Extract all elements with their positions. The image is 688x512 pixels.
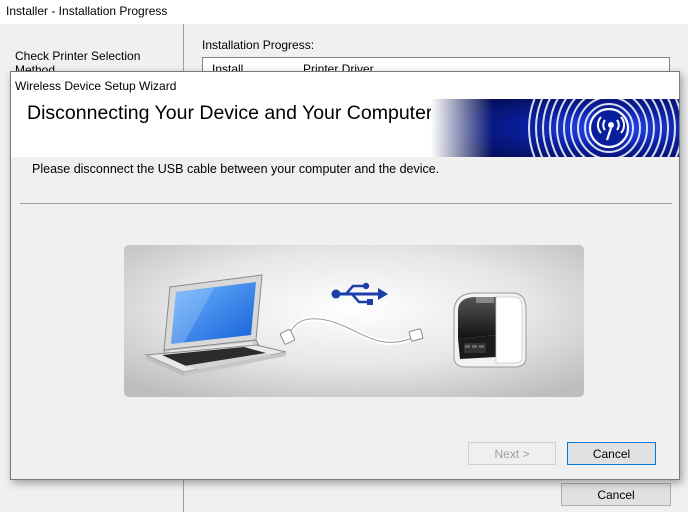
label-printer-icon: [453, 292, 527, 368]
wizard-heading: Disconnecting Your Device and Your Compu…: [27, 102, 433, 124]
next-button[interactable]: Next >: [468, 442, 556, 465]
wireless-setup-wizard-dialog: Wireless Device Setup Wizard Disconnecti…: [10, 71, 680, 480]
installation-progress-label: Installation Progress:: [202, 38, 315, 52]
installer-title: Installer - Installation Progress: [0, 0, 688, 24]
wizard-separator: [20, 203, 672, 204]
cancel-button[interactable]: Cancel: [567, 442, 656, 465]
wireless-banner: [431, 99, 679, 157]
disconnect-illustration: [124, 245, 584, 397]
step-check-printer: Check Printer Selection: [15, 49, 141, 63]
wireless-signal-icon: [588, 107, 630, 149]
wizard-title: Wireless Device Setup Wizard: [11, 72, 679, 99]
wizard-instruction: Please disconnect the USB cable between …: [32, 162, 440, 176]
installer-cancel-button[interactable]: Cancel: [561, 483, 671, 506]
wizard-header: Disconnecting Your Device and Your Compu…: [11, 99, 679, 157]
